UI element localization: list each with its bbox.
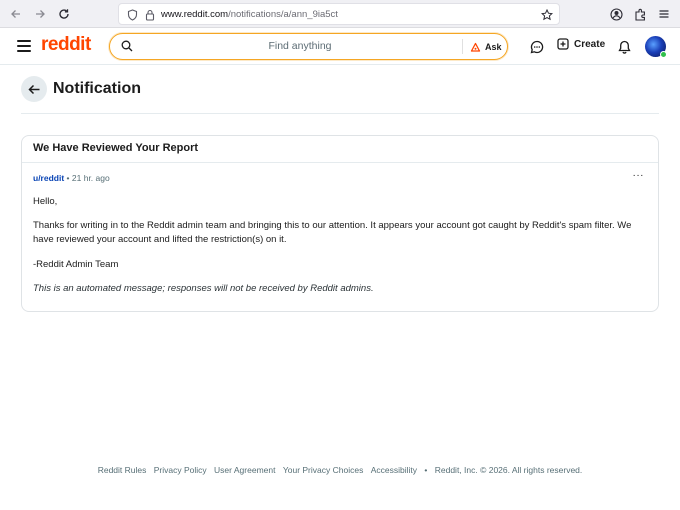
notification-bell-icon[interactable] bbox=[616, 39, 632, 55]
page-footer: Reddit Rules Privacy Policy User Agreeme… bbox=[0, 465, 680, 475]
message-greeting: Hello, bbox=[33, 196, 58, 207]
ask-label: Ask bbox=[485, 42, 502, 52]
ask-button[interactable]: Ask bbox=[470, 39, 502, 55]
lock-icon[interactable] bbox=[143, 8, 157, 22]
user-avatar[interactable] bbox=[645, 36, 667, 58]
ask-icon bbox=[470, 42, 481, 52]
footer-link-privacy[interactable]: Privacy Policy bbox=[154, 465, 207, 475]
online-status-dot bbox=[660, 51, 667, 58]
url-bar[interactable]: www.reddit.com/notifications/a/ann_9ia5c… bbox=[118, 3, 560, 25]
reddit-logo[interactable]: reddit bbox=[41, 34, 91, 56]
footer-copyright: Reddit, Inc. © 2026. All rights reserved… bbox=[434, 465, 583, 475]
notification-meta: u/reddit • 21 hr. ago bbox=[33, 173, 110, 183]
tracking-shield-icon[interactable] bbox=[125, 8, 139, 22]
notification-title: We Have Reviewed Your Report bbox=[33, 142, 199, 154]
footer-link-rules[interactable]: Reddit Rules bbox=[98, 465, 147, 475]
message-body: Thanks for writing in to the Reddit admi… bbox=[33, 220, 632, 245]
back-arrow-icon bbox=[27, 84, 39, 94]
page-title: Notification bbox=[53, 80, 141, 97]
create-button[interactable]: Create bbox=[557, 38, 605, 50]
chat-icon[interactable] bbox=[529, 39, 545, 55]
search-input[interactable] bbox=[150, 38, 450, 54]
meta-separator: • bbox=[66, 173, 70, 183]
menu-icon[interactable] bbox=[655, 5, 673, 23]
search-divider bbox=[462, 39, 463, 54]
footer-link-privacy-choices[interactable]: Your Privacy Choices bbox=[283, 465, 363, 475]
account-icon[interactable] bbox=[607, 5, 625, 23]
site-header: reddit Ask Create bbox=[0, 29, 680, 65]
search-bar[interactable]: Ask bbox=[109, 33, 508, 60]
footer-link-accessibility[interactable]: Accessibility bbox=[371, 465, 417, 475]
notification-card: We Have Reviewed Your Report u/reddit • … bbox=[21, 135, 659, 312]
footer-separator: • bbox=[424, 465, 428, 475]
title-divider bbox=[21, 113, 659, 114]
hamburger-menu-icon[interactable] bbox=[17, 40, 31, 52]
back-button[interactable] bbox=[21, 76, 47, 102]
footer-link-agreement[interactable]: User Agreement bbox=[214, 465, 275, 475]
message-signature: -Reddit Admin Team bbox=[33, 259, 119, 270]
url-text[interactable]: www.reddit.com/notifications/a/ann_9ia5c… bbox=[161, 9, 338, 20]
forward-arrow-icon[interactable] bbox=[31, 5, 49, 23]
author-link[interactable]: u/reddit bbox=[33, 173, 64, 183]
back-arrow-icon[interactable] bbox=[7, 5, 25, 23]
create-label: Create bbox=[574, 38, 606, 50]
extensions-icon[interactable] bbox=[631, 5, 649, 23]
plus-icon bbox=[557, 38, 569, 50]
timestamp: 21 hr. ago bbox=[71, 173, 110, 183]
more-options-icon[interactable]: ··· bbox=[633, 170, 645, 181]
browser-toolbar: www.reddit.com/notifications/a/ann_9ia5c… bbox=[0, 0, 680, 28]
bookmark-star-icon[interactable] bbox=[540, 8, 554, 22]
url-host: www.reddit.com bbox=[161, 9, 229, 20]
reload-icon[interactable] bbox=[55, 5, 73, 23]
message-disclaimer: This is an automated message; responses … bbox=[33, 283, 374, 294]
url-path: /notifications/a/ann_9ia5ct bbox=[228, 9, 338, 20]
card-divider bbox=[22, 162, 658, 163]
search-icon bbox=[121, 40, 133, 52]
